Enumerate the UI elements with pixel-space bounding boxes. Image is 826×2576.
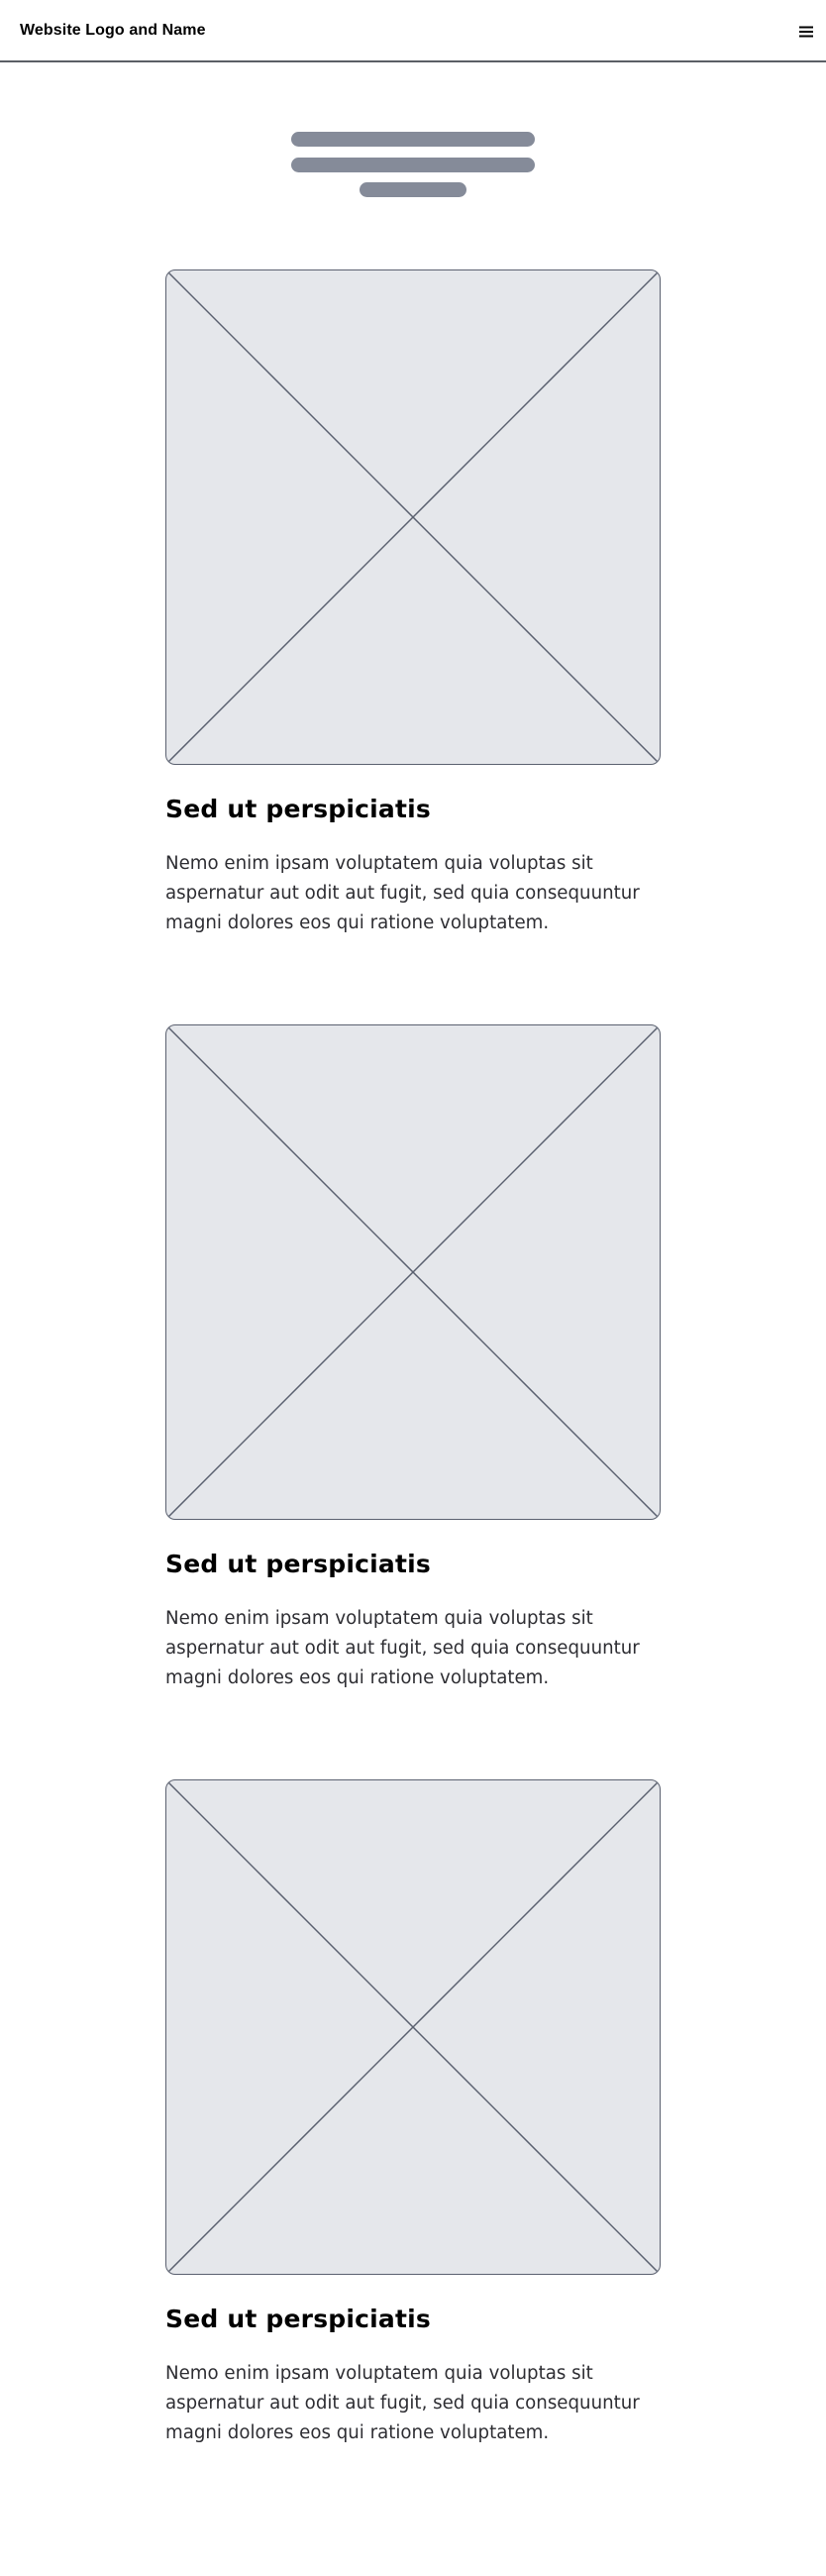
- menu-button[interactable]: [796, 22, 816, 42]
- title-placeholder-line-1: [291, 132, 535, 147]
- image-placeholder: [165, 269, 661, 765]
- card-title: Sed ut perspiciatis: [165, 2305, 431, 2333]
- card-title: Sed ut perspiciatis: [165, 795, 431, 823]
- card-body: Nemo enim ipsam voluptatem quia voluptas…: [165, 1608, 640, 1688]
- image-placeholder: [165, 1779, 661, 2275]
- title-placeholder-line-2: [291, 158, 535, 172]
- content-card-3: Sed ut perspiciatis Nemo enim ipsam volu…: [165, 1779, 661, 2453]
- hamburger-menu-icon: [799, 26, 813, 38]
- content-card-2: Sed ut perspiciatis Nemo enim ipsam volu…: [165, 1024, 661, 1698]
- title-placeholder-line-3: [360, 182, 466, 197]
- image-placeholder-icon: [166, 1780, 660, 2274]
- image-placeholder-icon: [166, 270, 660, 764]
- site-header: Website Logo and Name: [0, 0, 826, 62]
- card-body: Nemo enim ipsam voluptatem quia voluptas…: [165, 2363, 640, 2443]
- card-body: Nemo enim ipsam voluptatem quia voluptas…: [165, 853, 640, 933]
- card-title: Sed ut perspiciatis: [165, 1550, 431, 1578]
- image-placeholder: [165, 1024, 661, 1520]
- content-card-1: Sed ut perspiciatis Nemo enim ipsam volu…: [165, 269, 661, 943]
- site-logo[interactable]: Website Logo and Name: [20, 22, 206, 40]
- image-placeholder-icon: [166, 1025, 660, 1519]
